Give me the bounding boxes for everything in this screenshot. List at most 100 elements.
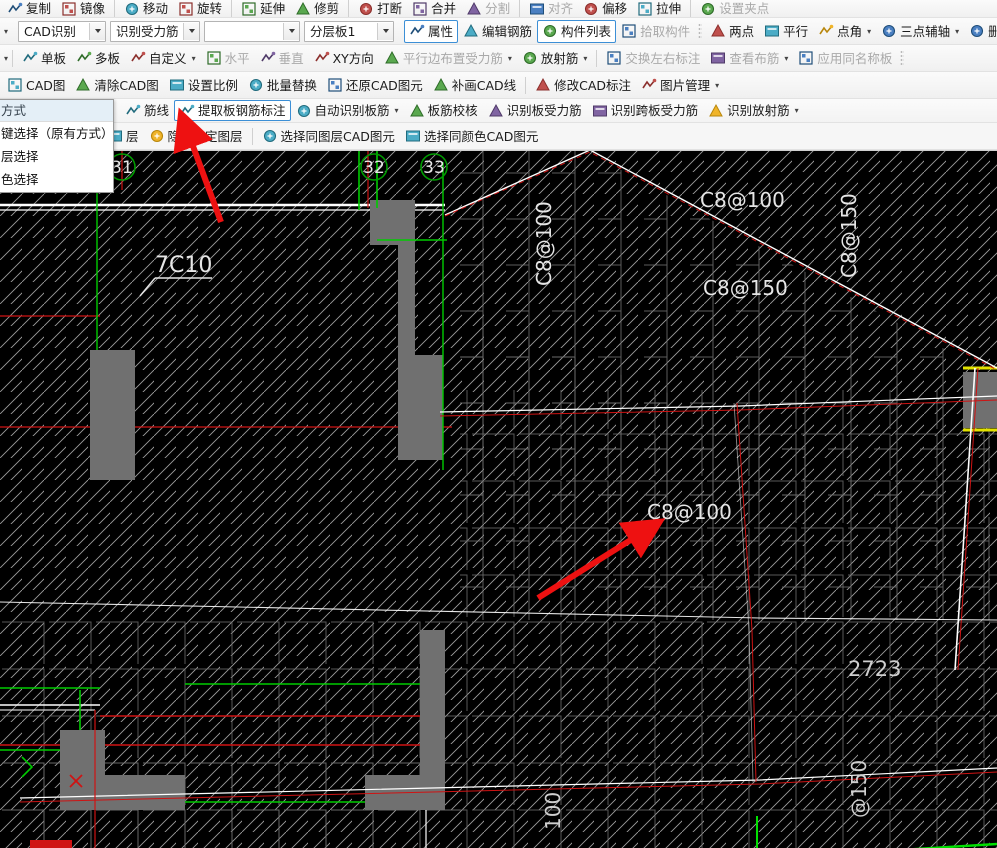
- stretch-button[interactable]: 拉伸: [632, 0, 686, 17]
- cad-drawing-button[interactable]: CAD图: [2, 74, 70, 97]
- flyout-item-layer-select[interactable]: 层选择: [0, 145, 113, 168]
- properties-icon: [409, 23, 425, 39]
- modify-cad-annotation-button[interactable]: 修改CAD标注: [530, 74, 636, 97]
- break-icon: [358, 1, 374, 17]
- chevron-down-icon[interactable]: ▾: [395, 100, 399, 121]
- toolbar-grip[interactable]: [900, 49, 905, 67]
- apply-same-name-button[interactable]: 应用同名称板: [793, 47, 897, 70]
- three-point-axis-button[interactable]: 三点辅轴 ▾: [876, 20, 964, 43]
- move-button[interactable]: 移动: [119, 0, 173, 17]
- select-same-color-button[interactable]: 选择同颜色CAD图元: [400, 125, 543, 148]
- recognize-cross-slab-button[interactable]: 识别跨板受力筋: [587, 100, 704, 121]
- mirror-button[interactable]: 镜像: [56, 0, 110, 17]
- custom-button[interactable]: 自定义 ▾: [125, 47, 201, 70]
- properties-button[interactable]: 属性: [404, 19, 459, 43]
- view-rebar-button[interactable]: 查看布筋 ▾: [705, 47, 793, 70]
- toolbar-slab-tools: ▾ 单板 多板 自定义 ▾ 水平 垂直 XY方向 平行边布置受力筋 ▾ 放射筋 ▾ 交换…: [0, 45, 997, 72]
- chevron-down-icon[interactable]: [183, 22, 200, 40]
- chevron-down-icon[interactable]: ▾: [867, 21, 871, 42]
- image-manager-button[interactable]: 图片管理 ▾: [636, 74, 724, 97]
- separator: [690, 0, 692, 17]
- clear-cad-button[interactable]: 清除CAD图: [70, 74, 163, 97]
- rebar-label: C8@150: [837, 193, 861, 278]
- chevron-down-icon[interactable]: ▾: [192, 48, 196, 69]
- recognize-slab-rebar-button[interactable]: 识别板受力筋: [483, 100, 587, 121]
- draw-cad-line-button[interactable]: 补画CAD线: [428, 74, 521, 97]
- layer-combo[interactable]: 分层板1: [304, 20, 395, 42]
- swap-annotation-button[interactable]: 交换左右标注: [601, 47, 705, 70]
- row2-overflow-caret[interactable]: ▾: [4, 48, 8, 69]
- svg-text:7C10: 7C10: [155, 253, 212, 278]
- parallel-edge-rebar-button[interactable]: 平行边布置受力筋 ▾: [379, 47, 517, 70]
- radial-rebar-button[interactable]: 放射筋 ▾: [517, 47, 593, 70]
- parallel-button[interactable]: 平行: [759, 20, 813, 43]
- separator: [596, 49, 598, 67]
- button-label: 提取板钢筋标注: [198, 103, 286, 118]
- recognize-combo[interactable]: 识别受力筋: [110, 20, 201, 42]
- extract-slab-rebar-button[interactable]: 提取板钢筋标注: [174, 100, 291, 121]
- point-angle-button[interactable]: 点角 ▾: [813, 20, 876, 43]
- copy-button[interactable]: 复制: [2, 0, 56, 17]
- button-label: 平行: [783, 23, 809, 39]
- pick-component-button[interactable]: 拾取构件: [616, 20, 695, 43]
- edit-rebar-button[interactable]: 编辑钢筋: [458, 20, 537, 43]
- button-label: 旋转: [197, 1, 223, 16]
- svg-text:33: 33: [423, 158, 445, 178]
- chevron-down-icon[interactable]: ▾: [784, 48, 788, 69]
- offset-button[interactable]: 偏移: [578, 0, 632, 17]
- chevron-down-icon[interactable]: ▾: [508, 48, 512, 69]
- two-point-button[interactable]: 两点: [705, 20, 759, 43]
- flyout-item-color-select[interactable]: 色选择: [0, 168, 113, 191]
- set-scale-button[interactable]: 设置比例: [164, 74, 243, 97]
- rotate-button[interactable]: 旋转: [173, 0, 227, 17]
- modify-cad-annotation-icon: [535, 77, 551, 93]
- grip-button[interactable]: 设置夹点: [695, 0, 774, 17]
- component-list-button[interactable]: 构件列表: [537, 19, 617, 43]
- chevron-down-icon[interactable]: [89, 22, 106, 40]
- offset-icon: [583, 1, 599, 17]
- extend-button[interactable]: 延伸: [236, 0, 290, 17]
- rebar-label: 100: [541, 792, 565, 830]
- empty-combo[interactable]: [204, 20, 301, 42]
- button-label: 识别板受力筋: [506, 103, 582, 118]
- three-point-axis-icon: [881, 23, 897, 39]
- rebar-line-button[interactable]: 筋线: [120, 100, 174, 121]
- hide-layer-button[interactable]: 隐藏指定图层: [144, 125, 248, 148]
- image-manager-icon: [641, 77, 657, 93]
- restore-cad-button[interactable]: 还原CAD图元: [322, 74, 428, 97]
- selection-mode-flyout[interactable]: 方式 键选择（原有方式） 层选择 色选择: [0, 99, 114, 193]
- cad-drawing-canvas[interactable]: 31 32 33 7C10 C8@100 C8@150 C8@100 C8@15…: [0, 150, 997, 848]
- auto-recognize-slab-button[interactable]: 自动识别板筋 ▾: [291, 100, 404, 121]
- xy-direction-button[interactable]: XY方向: [309, 47, 379, 70]
- align-button[interactable]: 对齐: [524, 0, 578, 17]
- recognize-radial-button[interactable]: 识别放射筋 ▾: [703, 100, 804, 121]
- chevron-down-icon[interactable]: ▾: [795, 100, 799, 121]
- batch-replace-button[interactable]: 批量替换: [243, 74, 322, 97]
- draw-cad-line-icon: [433, 77, 449, 93]
- merge-button[interactable]: 合并: [407, 0, 461, 17]
- break-button[interactable]: 打断: [353, 0, 407, 17]
- separator: [519, 0, 521, 17]
- chevron-down-icon[interactable]: [377, 22, 394, 40]
- single-slab-button[interactable]: 单板: [17, 47, 71, 70]
- vertical-button[interactable]: 垂直: [255, 47, 309, 70]
- recognize-radial-icon: [708, 103, 724, 119]
- chevron-down-icon[interactable]: ▾: [955, 21, 959, 42]
- flyout-item-key-select[interactable]: 键选择（原有方式）: [0, 122, 113, 145]
- horizontal-button[interactable]: 水平: [201, 47, 255, 70]
- multi-slab-button[interactable]: 多板: [71, 47, 125, 70]
- row1-overflow-caret[interactable]: ▾: [4, 21, 8, 42]
- chevron-down-icon[interactable]: ▾: [715, 75, 719, 96]
- mode-combo[interactable]: CAD识别: [18, 20, 107, 42]
- button-label: 查看布筋: [729, 50, 780, 66]
- button-label: 打断: [377, 1, 403, 16]
- trim-button[interactable]: 修剪: [290, 0, 344, 17]
- split-button[interactable]: 分割: [461, 0, 515, 17]
- chevron-down-icon[interactable]: ▾: [583, 48, 587, 69]
- slab-rebar-check-button[interactable]: 板筋校核: [404, 100, 483, 121]
- delete-axis-button[interactable]: 删除辅轴: [964, 20, 997, 43]
- clear-cad-icon: [75, 77, 91, 93]
- select-same-layer-button[interactable]: 选择同图层CAD图元: [257, 125, 400, 148]
- chevron-down-icon[interactable]: [283, 22, 300, 40]
- toolbar-grip[interactable]: [698, 22, 703, 40]
